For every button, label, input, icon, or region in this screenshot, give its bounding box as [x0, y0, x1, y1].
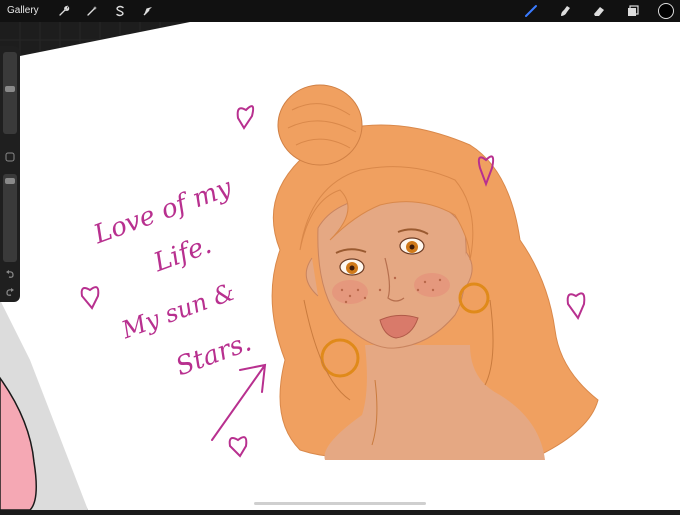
selection-s-icon[interactable]: [109, 0, 131, 22]
layers-icon[interactable]: [622, 0, 644, 22]
home-indicator[interactable]: [254, 502, 426, 505]
undo-icon[interactable]: [4, 268, 16, 280]
artwork: [0, 22, 680, 511]
transform-arrow-icon[interactable]: [137, 0, 159, 22]
current-color-swatch[interactable]: [658, 3, 674, 19]
wrench-icon[interactable]: [53, 0, 75, 22]
brush-icon[interactable]: [520, 0, 542, 22]
brush-size-thumb[interactable]: [5, 86, 15, 92]
opacity-thumb[interactable]: [5, 178, 15, 184]
gallery-button[interactable]: Gallery: [0, 0, 47, 22]
smudge-icon[interactable]: [554, 0, 576, 22]
modify-button[interactable]: [4, 151, 16, 163]
left-sidebar: [0, 46, 20, 302]
magic-wand-icon[interactable]: [81, 0, 103, 22]
opacity-slider[interactable]: [3, 174, 17, 262]
brush-size-slider[interactable]: [3, 52, 17, 134]
redo-icon[interactable]: [4, 286, 16, 298]
drawing-canvas[interactable]: Love of my Life. My sun & Stars.: [0, 22, 680, 511]
top-toolbar: Gallery: [0, 0, 680, 22]
eraser-icon[interactable]: [588, 0, 610, 22]
